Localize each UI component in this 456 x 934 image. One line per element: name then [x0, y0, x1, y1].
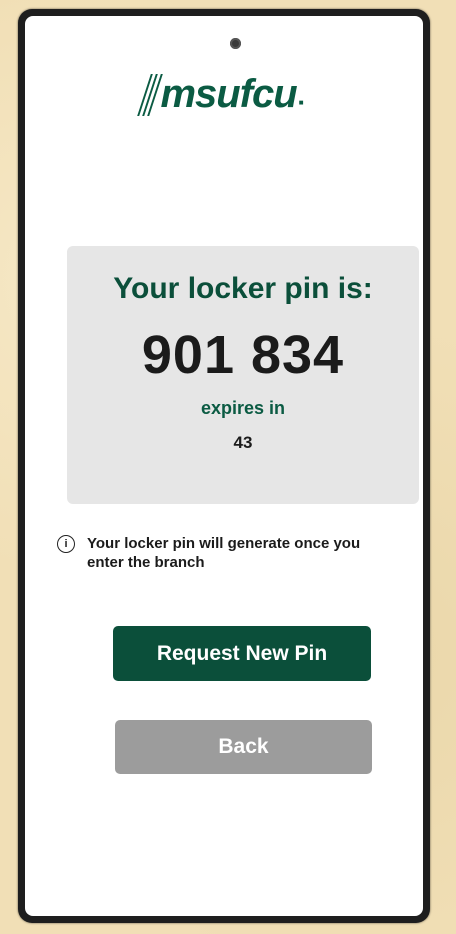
logo-stripes-icon — [137, 73, 164, 116]
info-text: Your locker pin will generate once you e… — [87, 535, 361, 571]
pin-heading: Your locker pin is: — [113, 272, 373, 305]
front-camera — [230, 38, 241, 49]
expires-label: expires in — [200, 398, 286, 418]
back-button[interactable]: Back — [115, 720, 372, 774]
app-screen: msufcu ■ Your locker pin is: 901 834 exp… — [25, 16, 423, 916]
locker-pin-value: 901 834 — [141, 325, 345, 385]
info-message: i Your locker pin will generate once you… — [57, 534, 377, 572]
expires-countdown: 43 — [233, 433, 253, 452]
brand-logo: msufcu ■ — [25, 72, 423, 117]
info-icon: i — [57, 535, 75, 553]
logo-text: msufcu — [160, 72, 297, 116]
request-new-pin-button[interactable]: Request New Pin — [113, 626, 371, 681]
logo-dot: ■ — [298, 98, 304, 107]
phone-frame: msufcu ■ Your locker pin is: 901 834 exp… — [18, 9, 430, 923]
locker-pin-card: Your locker pin is: 901 834 expires in 4… — [67, 246, 419, 504]
